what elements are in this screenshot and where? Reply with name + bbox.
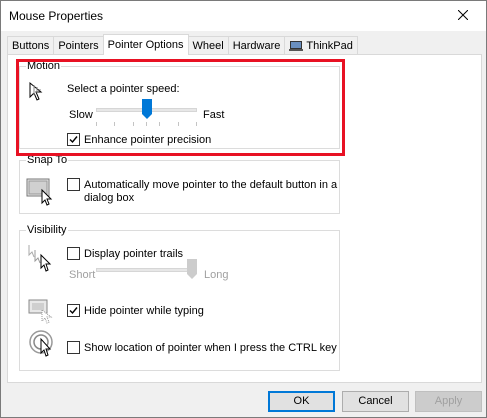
tab-strip: Buttons Pointers Pointer Options Wheel H… — [7, 34, 358, 55]
tab-buttons[interactable]: Buttons — [7, 36, 55, 55]
hide-while-typing-checkbox[interactable] — [67, 304, 80, 317]
apply-button[interactable]: Apply — [415, 391, 482, 412]
cancel-button[interactable]: Cancel — [342, 391, 409, 412]
slider-thumb[interactable] — [187, 259, 197, 279]
trails-long-label: Long — [204, 269, 229, 281]
ok-button[interactable]: OK — [268, 391, 335, 412]
slider-tick — [178, 122, 179, 126]
tab-pointer-options[interactable]: Pointer Options — [102, 34, 189, 55]
tab-label: Wheel — [192, 39, 224, 52]
visibility-group-label: Visibility — [26, 224, 68, 236]
pointer-options-panel: Motion Select a pointer speed: Slow Fast — [7, 54, 482, 383]
snap-to-icon — [26, 176, 56, 209]
tab-thinkpad[interactable]: ThinkPad — [284, 36, 358, 55]
pointer-speed-slider[interactable] — [94, 98, 199, 127]
hide-while-typing-label[interactable]: Hide pointer while typing — [84, 305, 204, 318]
slider-track — [96, 268, 197, 272]
tab-pointers[interactable]: Pointers — [53, 36, 104, 55]
tab-label: Hardware — [232, 39, 281, 52]
slider-tick — [196, 122, 197, 126]
trails-short-label: Short — [69, 269, 96, 281]
tab-label: Pointer Options — [107, 38, 184, 51]
checkmark-icon — [69, 307, 78, 315]
window-title: Mouse Properties — [9, 9, 104, 23]
pointer-trails-icon — [26, 243, 56, 278]
close-button[interactable] — [440, 1, 486, 31]
motion-group-label: Motion — [26, 60, 62, 72]
motion-group: Motion Select a pointer speed: Slow Fast — [19, 60, 340, 149]
tab-label: ThinkPad — [306, 39, 353, 52]
speed-label: Select a pointer speed: — [67, 83, 180, 95]
slider-tick — [133, 122, 134, 126]
visibility-group: Visibility Display pointer trails Short … — [19, 224, 340, 371]
slider-tick — [159, 122, 160, 126]
close-icon — [457, 9, 469, 23]
slider-tick — [114, 122, 115, 126]
snap-to-label-line1[interactable]: Automatically move pointer to the defaul… — [84, 179, 337, 192]
tab-hardware[interactable]: Hardware — [227, 36, 286, 55]
pointer-trails-checkbox[interactable] — [67, 247, 80, 260]
checkmark-icon — [69, 136, 78, 144]
mouse-properties-window: Mouse Properties Buttons Pointers Pointe… — [0, 0, 487, 418]
slow-label: Slow — [69, 109, 93, 121]
snap-to-group-label: Snap To — [26, 154, 69, 166]
motion-pointer-icon — [28, 81, 52, 108]
title-bar: Mouse Properties — [1, 1, 486, 31]
pointer-trails-slider[interactable] — [94, 258, 199, 284]
slider-tick — [96, 122, 97, 126]
tab-wheel[interactable]: Wheel — [187, 36, 229, 55]
snap-to-group: Snap To Automatically move pointer to th… — [19, 154, 340, 214]
snap-to-checkbox[interactable] — [67, 178, 80, 191]
fast-label: Fast — [203, 109, 225, 121]
hide-pointer-icon — [28, 297, 56, 328]
enhance-precision-checkbox[interactable] — [67, 133, 80, 146]
tab-label: Buttons — [12, 39, 50, 52]
tab-label: Pointers — [58, 39, 99, 52]
snap-to-label-line2[interactable]: dialog box — [84, 192, 134, 205]
show-location-label[interactable]: Show location of pointer when I press th… — [84, 342, 337, 355]
thinkpad-icon — [289, 40, 304, 52]
slider-thumb[interactable] — [141, 99, 152, 119]
enhance-precision-label[interactable]: Enhance pointer precision — [84, 134, 211, 147]
show-location-checkbox[interactable] — [67, 341, 80, 354]
show-location-icon — [28, 329, 58, 362]
slider-tick — [146, 122, 147, 126]
